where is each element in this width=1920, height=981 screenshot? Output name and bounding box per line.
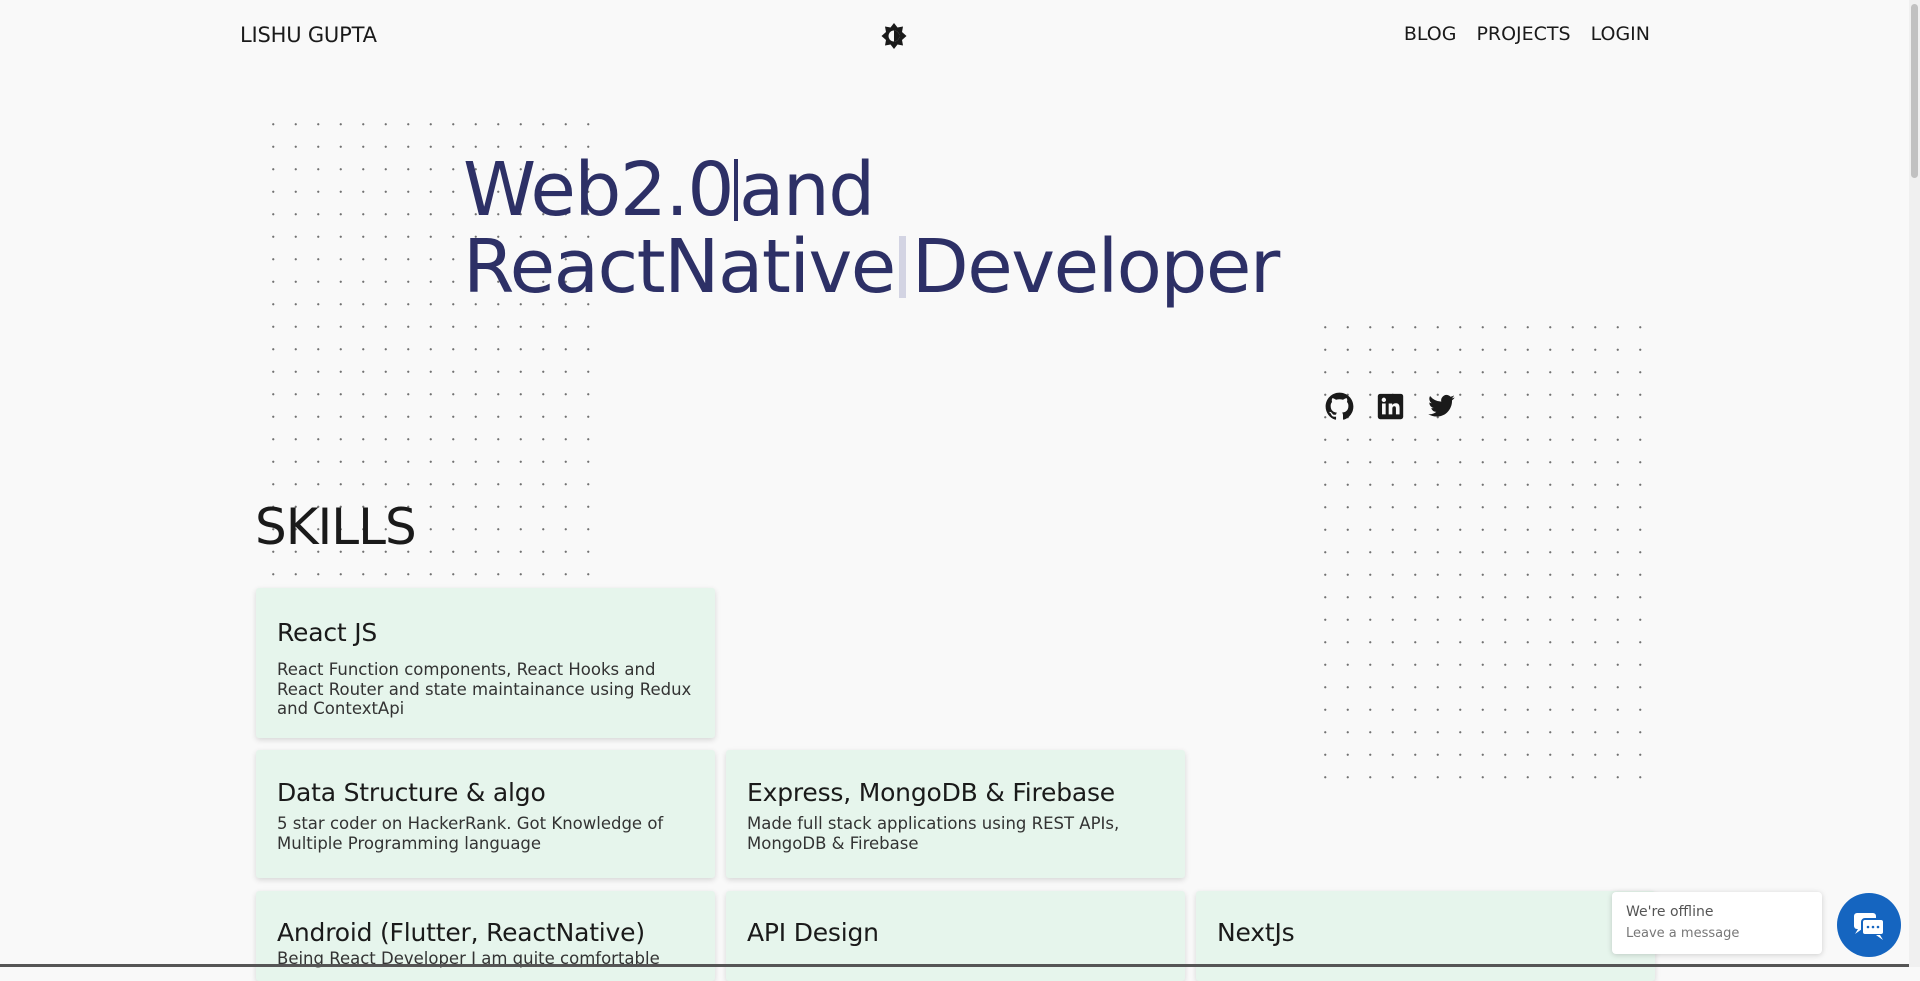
skill-card-desc: Made full stack applications using REST … — [747, 814, 1120, 853]
twitter-icon[interactable] — [1427, 392, 1456, 421]
skill-card-api-design: API Design — [726, 891, 1185, 981]
page-scrollbar[interactable] — [1909, 0, 1920, 967]
dot-pattern-right — [1314, 316, 1647, 786]
nav-links: BLOG PROJECTS LOGIN — [1404, 23, 1650, 45]
chat-prompt-text: Leave a message — [1626, 926, 1740, 941]
skill-card-react: React JS React Function components, Reac… — [256, 588, 715, 738]
nav-link-login[interactable]: LOGIN — [1591, 23, 1650, 45]
scrollbar-thumb[interactable] — [1911, 4, 1918, 178]
skill-card-desc: React Function components, React Hooks a… — [277, 660, 692, 718]
linkedin-icon[interactable] — [1376, 392, 1405, 421]
skill-card-desc: 5 star coder on HackerRank. Got Knowledg… — [277, 814, 664, 853]
hero-heading: Web2.0and ReactNative Developer — [463, 147, 1280, 310]
chat-offline-bubble[interactable]: We're offline Leave a message — [1612, 892, 1822, 954]
github-icon[interactable] — [1325, 392, 1354, 421]
chat-bubbles-icon — [1854, 913, 1885, 940]
skill-card-android: Android (Flutter, ReactNative) Being Rea… — [256, 891, 715, 981]
chat-launcher-button[interactable] — [1837, 893, 1901, 957]
hero-line-2: ReactNative Developer — [463, 224, 1280, 310]
typing-cursor — [898, 236, 906, 298]
nav-link-blog[interactable]: BLOG — [1404, 23, 1457, 45]
brightness-toggle-icon[interactable] — [879, 22, 909, 50]
chat-status-text: We're offline — [1626, 904, 1714, 920]
skill-card-title: Data Structure & algo — [277, 778, 546, 807]
skill-card-dsa: Data Structure & algo 5 star coder on Ha… — [256, 750, 715, 878]
skill-card-title: API Design — [747, 918, 879, 947]
site-brand[interactable]: LISHU GUPTA — [240, 23, 377, 47]
social-links — [1325, 392, 1456, 421]
skill-card-title: Express, MongoDB & Firebase — [747, 778, 1115, 807]
nav-link-projects[interactable]: PROJECTS — [1476, 23, 1570, 45]
skills-heading: SKILLS — [255, 498, 417, 556]
skill-card-title: Android (Flutter, ReactNative) — [277, 918, 645, 947]
skill-card-title: NextJs — [1217, 918, 1295, 947]
skill-card-backend: Express, MongoDB & Firebase Made full st… — [726, 750, 1185, 878]
hero-line-1: Web2.0and — [463, 147, 875, 233]
top-navbar: LISHU GUPTA BLOG PROJECTS LOGIN — [0, 0, 1920, 72]
skill-card-nextjs: NextJs — [1196, 891, 1655, 981]
typing-caret — [734, 159, 739, 221]
skill-card-title: React JS — [277, 618, 378, 647]
